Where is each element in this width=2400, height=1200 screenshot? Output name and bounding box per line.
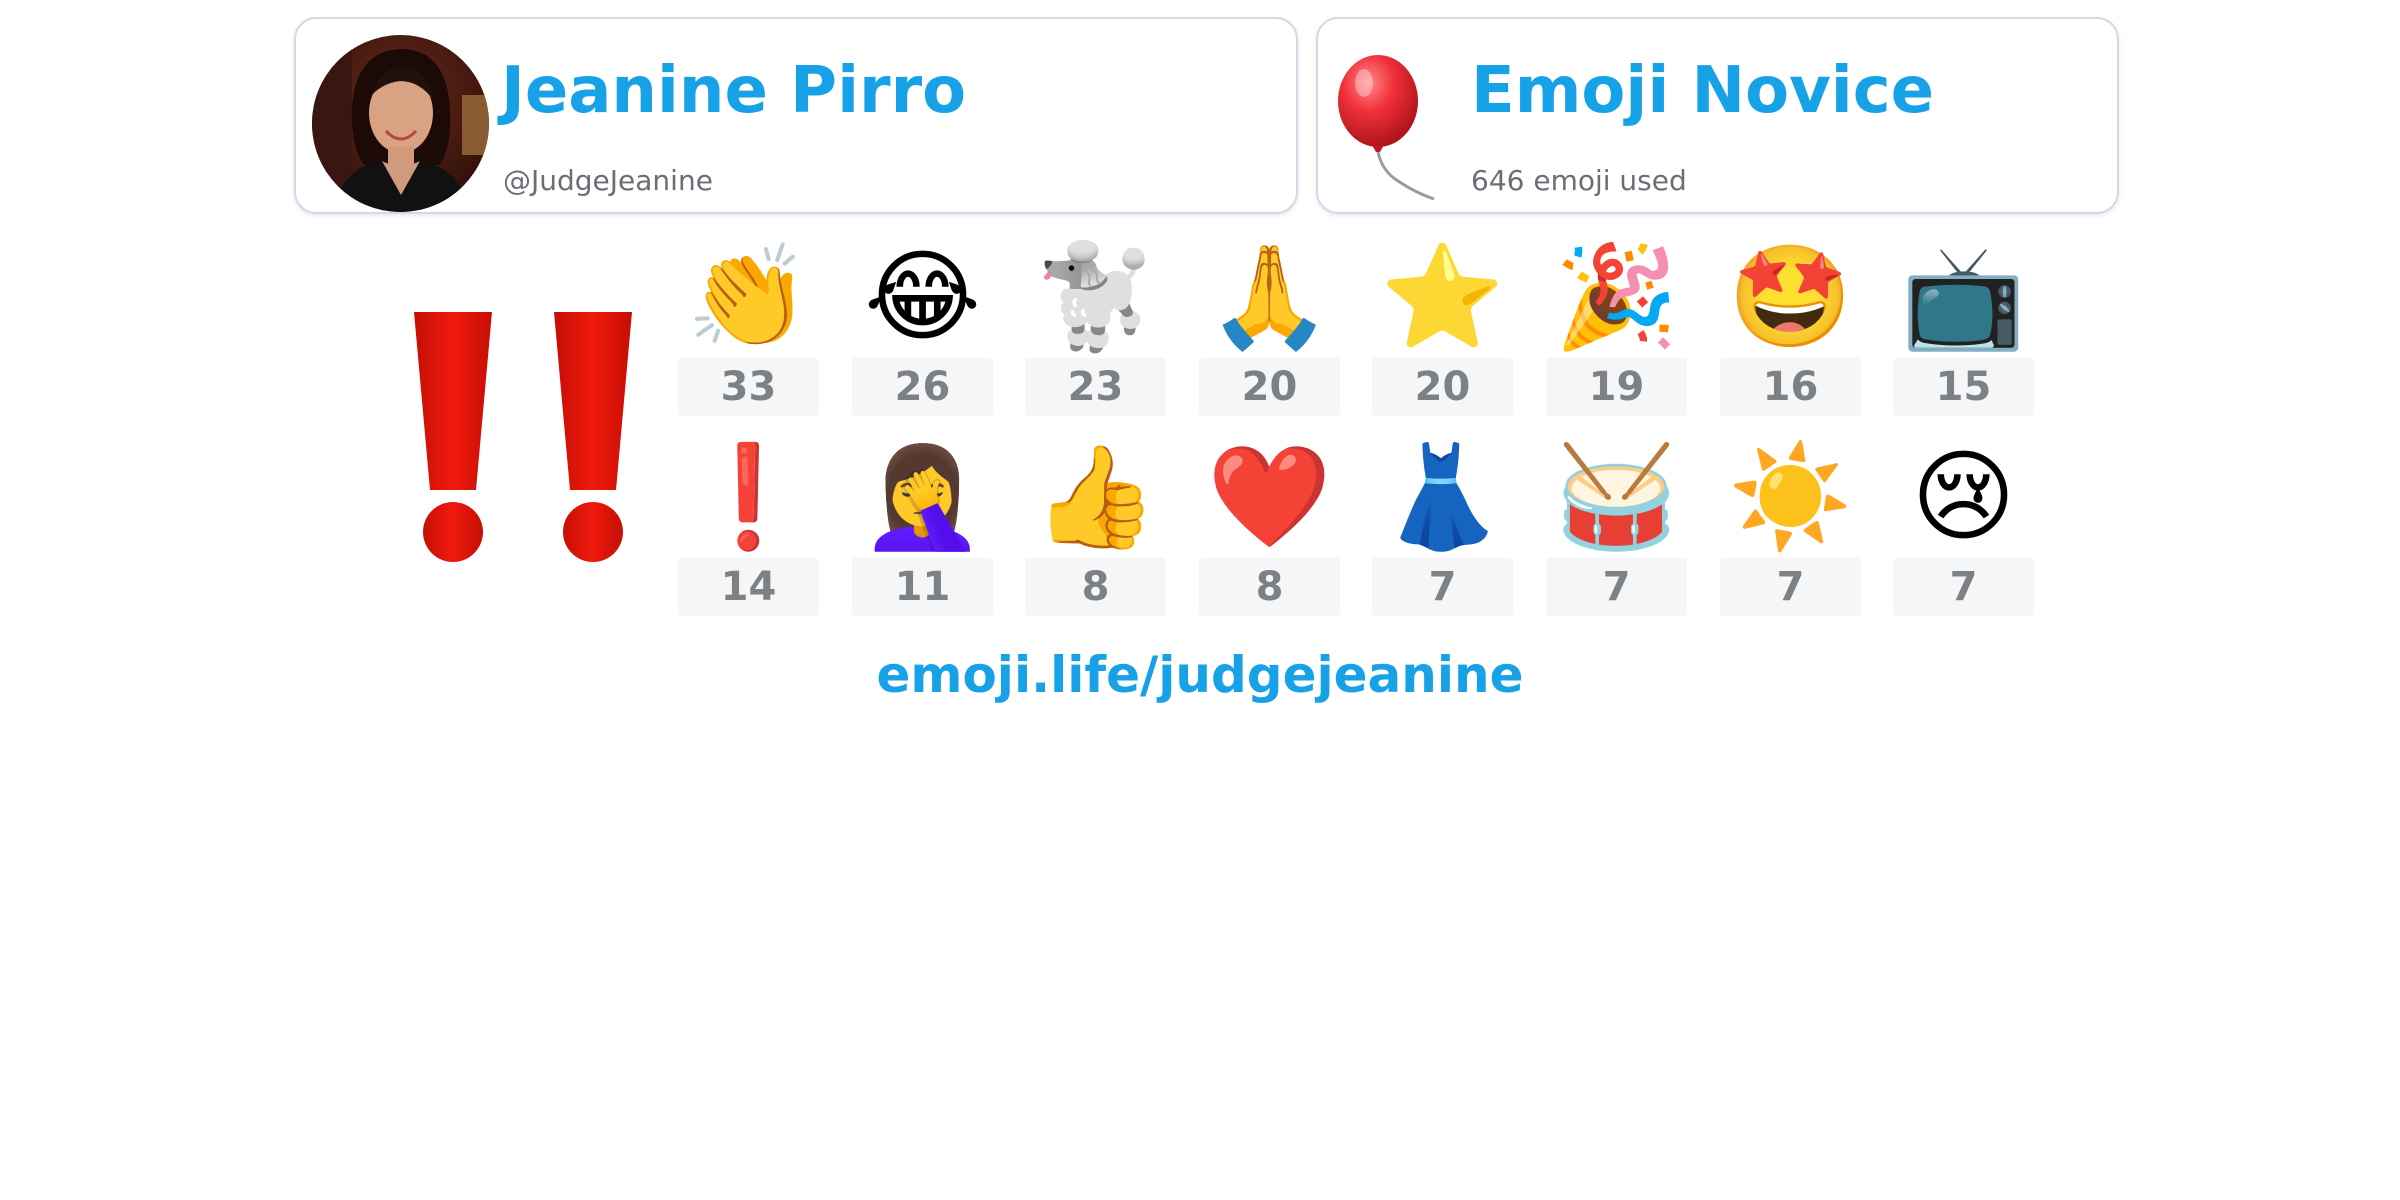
emoji-tile[interactable]: 🤦‍♀️ 11: [852, 436, 993, 616]
tears-of-joy-icon: 😂: [864, 238, 981, 355]
emoji-count: 23: [1025, 358, 1166, 416]
emoji-count: 8: [1025, 558, 1166, 616]
emoji-count: 26: [852, 358, 993, 416]
emoji-tile[interactable]: 🎉 19: [1546, 236, 1687, 416]
clapping-hands-icon: 👏: [686, 238, 811, 355]
double-exclamation-icon: [414, 312, 632, 562]
emoji-tile[interactable]: 🐩 23: [1025, 236, 1166, 416]
profile-link[interactable]: emoji.life/judgejeanine: [0, 650, 2400, 700]
profile-card: Jeanine Pirro @JudgeJeanine: [294, 17, 1298, 214]
party-popper-icon: 🎉: [1554, 238, 1679, 355]
emoji-count: 11: [852, 558, 993, 616]
emoji-used-count: 646 emoji used: [1471, 164, 1687, 197]
emoji-count: 20: [1199, 358, 1340, 416]
emoji-tile[interactable]: ☀️ 7: [1720, 436, 1861, 616]
profile-handle: @JudgeJeanine: [503, 164, 713, 197]
sun-icon: ☀️: [1728, 438, 1853, 555]
crying-face-icon: 😢: [1911, 438, 2016, 555]
emoji-tile[interactable]: 👏 33: [678, 236, 819, 416]
emoji-count: 8: [1199, 558, 1340, 616]
rank-title: Emoji Novice: [1471, 54, 1935, 128]
drum-icon: 🥁: [1554, 438, 1679, 555]
emoji-count: 7: [1546, 558, 1687, 616]
emoji-profile-page: Jeanine Pirro @JudgeJeanine Emoji Novice…: [0, 0, 2400, 1200]
emoji-count: 7: [1372, 558, 1513, 616]
emoji-tile[interactable]: 👍 8: [1025, 436, 1166, 616]
star-icon: ⭐: [1380, 238, 1505, 355]
emoji-tile[interactable]: 📺 15: [1893, 236, 2034, 416]
rank-card: Emoji Novice 646 emoji used: [1316, 17, 2119, 214]
emoji-tile[interactable]: ❤️ 8: [1199, 436, 1340, 616]
dress-icon: 👗: [1380, 438, 1505, 555]
emoji-count: 33: [678, 358, 819, 416]
thumbs-up-icon: 👍: [1033, 438, 1158, 555]
emoji-tile[interactable]: 👗 7: [1372, 436, 1513, 616]
emoji-count: 19: [1546, 358, 1687, 416]
folded-hands-icon: 🙏: [1207, 238, 1332, 355]
emoji-tile[interactable]: 😢 7: [1893, 436, 2034, 616]
emoji-count: 14: [678, 558, 819, 616]
emoji-tile[interactable]: 🥁 7: [1546, 436, 1687, 616]
emoji-count: 7: [1720, 558, 1861, 616]
exclamation-icon: ❗: [686, 438, 811, 555]
emoji-count: 7: [1893, 558, 2034, 616]
emoji-count: 20: [1372, 358, 1513, 416]
emoji-tile[interactable]: ⭐ 20: [1372, 236, 1513, 416]
red-heart-icon: ❤️: [1207, 438, 1332, 555]
emoji-tile[interactable]: ❗ 14: [678, 436, 819, 616]
emoji-count: 15: [1893, 358, 2034, 416]
profile-name: Jeanine Pirro: [501, 54, 967, 128]
emoji-tile[interactable]: 😂 26: [852, 236, 993, 416]
balloon-icon: [1338, 55, 1435, 201]
emoji-tile[interactable]: 🤩 16: [1720, 236, 1861, 416]
emoji-count: 16: [1720, 358, 1861, 416]
avatar: [312, 35, 489, 212]
poodle-icon: 🐩: [1033, 238, 1158, 355]
woman-facepalming-icon: 🤦‍♀️: [860, 438, 985, 555]
television-icon: 📺: [1901, 238, 2026, 355]
star-struck-icon: 🤩: [1728, 238, 1853, 355]
emoji-tile[interactable]: 🙏 20: [1199, 236, 1340, 416]
